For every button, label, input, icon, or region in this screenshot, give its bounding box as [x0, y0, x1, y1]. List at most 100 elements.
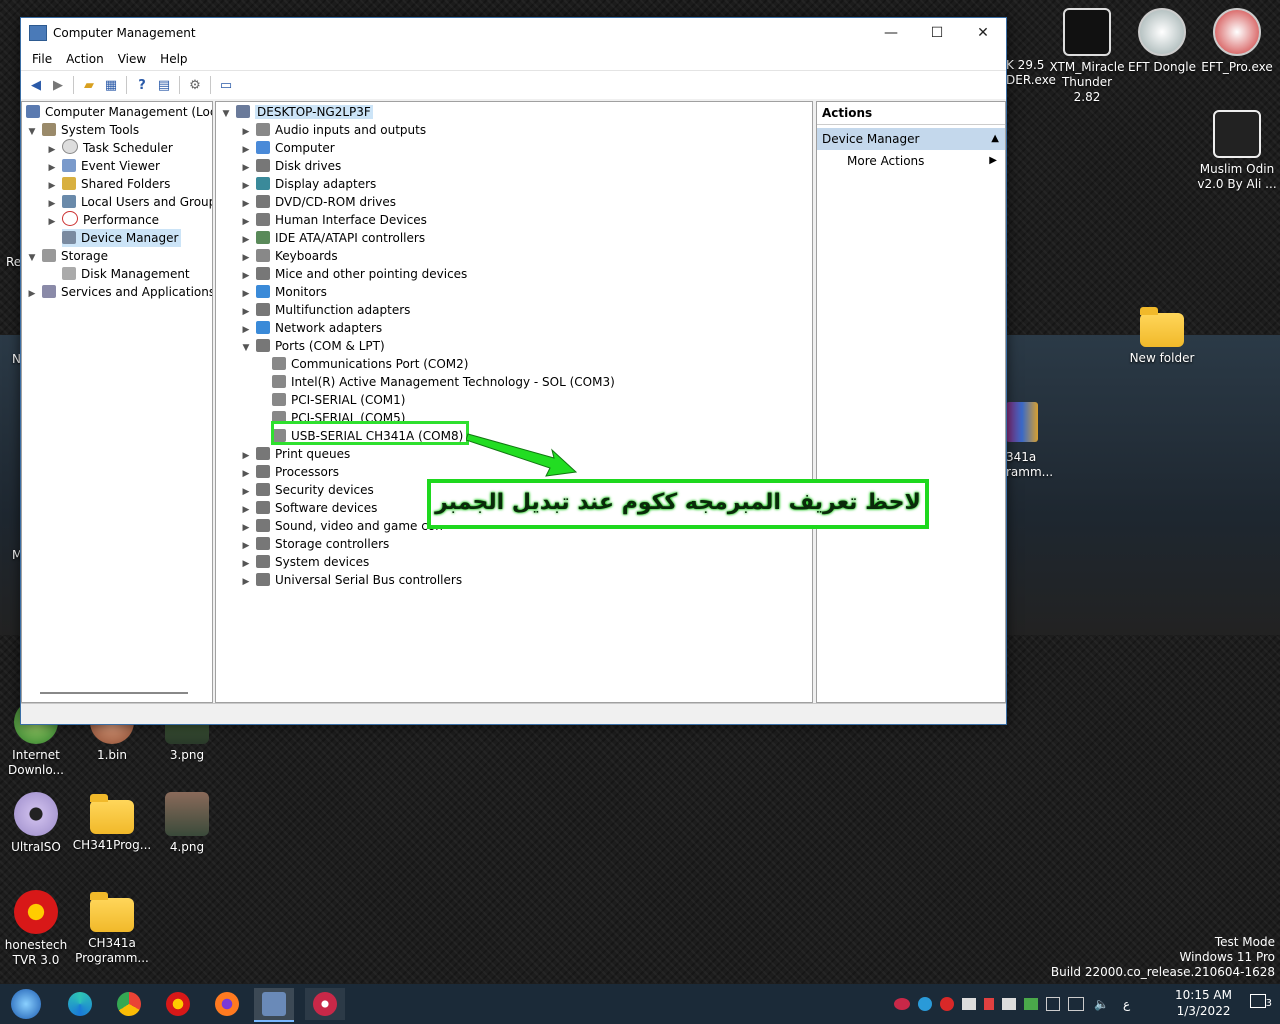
device-category[interactable]: ▶ Monitors	[240, 283, 327, 301]
up-folder-icon[interactable]: ▰	[80, 77, 98, 93]
desktop-icon-new-folder[interactable]: New folder	[1122, 305, 1202, 366]
tree-task-scheduler[interactable]: ▶ Task Scheduler	[46, 139, 173, 157]
tree-local-users[interactable]: ▶ Local Users and Groups	[46, 193, 212, 211]
collapse-arrow-icon[interactable]: ▲	[991, 128, 999, 150]
tree-system-tools[interactable]: ▼ System Tools	[26, 121, 139, 139]
device-category[interactable]: ▶ Computer	[240, 139, 335, 157]
partial-icon-label[interactable]: ramm...	[1006, 465, 1053, 479]
expand-chevron-icon[interactable]: ▶	[46, 213, 58, 231]
tree-event-viewer[interactable]: ▶ Event Viewer	[46, 157, 160, 175]
tree-services[interactable]: ▶ Services and Applications	[26, 283, 212, 303]
port-device[interactable]: Communications Port (COM2)	[272, 355, 468, 373]
scan-hardware-icon[interactable]: ⚙	[186, 77, 204, 93]
tree-shared-folders[interactable]: ▶ Shared Folders	[46, 175, 170, 193]
network-icon[interactable]	[1068, 997, 1084, 1011]
tree-performance[interactable]: ▶ Performance	[46, 211, 159, 229]
expand-chevron-icon[interactable]: ▶	[240, 573, 252, 591]
device-category[interactable]: ▶ Mice and other pointing devices	[240, 265, 467, 283]
menu-file[interactable]: File	[25, 52, 59, 66]
tree-root[interactable]: Computer Management (Local	[26, 103, 212, 121]
device-category[interactable]: ▶ Network adapters	[240, 319, 382, 337]
tree-device-manager[interactable]: Device Manager	[62, 229, 182, 247]
show-hide-tree-icon[interactable]: ▦	[102, 77, 120, 93]
device-category[interactable]: ▶ Processors	[240, 463, 339, 481]
desktop-icon-xtm[interactable]: XTM_Miracle Thunder 2.82	[1047, 8, 1127, 105]
clock[interactable]: 10:15 AM 1/3/2022	[1175, 987, 1232, 1019]
expand-chevron-icon[interactable]: ▶	[26, 285, 38, 303]
tray-app-icon[interactable]	[1046, 997, 1060, 1011]
volume-icon[interactable]: 🔈	[1094, 997, 1109, 1011]
port-device[interactable]: PCI-SERIAL (COM1)	[272, 391, 405, 409]
device-category[interactable]: ▶ Storage controllers	[240, 535, 389, 553]
device-category[interactable]: ▶ Human Interface Devices	[240, 211, 427, 229]
taskbar-computer-management[interactable]	[254, 988, 294, 1022]
notifications-button[interactable]: 3	[1250, 994, 1272, 1012]
device-category[interactable]: ▶ Security devices	[240, 481, 374, 499]
menu-view[interactable]: View	[111, 52, 153, 66]
close-button[interactable]: ✕	[960, 18, 1006, 48]
device-category[interactable]: ▶ DVD/CD-ROM drives	[240, 193, 396, 211]
device-category[interactable]: ▶ Display adapters	[240, 175, 376, 193]
collapse-chevron-icon[interactable]: ▼	[220, 105, 232, 123]
device-category[interactable]: ▶ Print queues	[240, 445, 350, 463]
tray-app-icon[interactable]	[1024, 998, 1038, 1010]
desktop-icon-muslim-odin[interactable]: Muslim Odin v2.0 By Ali ...	[1197, 110, 1277, 192]
device-category[interactable]: ▶ IDE ATA/ATAPI controllers	[240, 229, 425, 247]
taskbar-app[interactable]	[305, 988, 345, 1020]
device-category[interactable]: ▶ Audio inputs and outputs	[240, 121, 426, 139]
device-category[interactable]: ▶ Software devices	[240, 499, 377, 517]
tray-app-icon[interactable]	[984, 998, 994, 1010]
console-tree[interactable]: Computer Management (Local ▼ System Tools…	[21, 101, 213, 703]
properties-icon[interactable]: ▤	[155, 77, 173, 93]
horizontal-scrollbar[interactable]	[40, 692, 188, 694]
tree-computer-root[interactable]: ▼ DESKTOP-NG2LP3F	[220, 103, 373, 121]
menu-help[interactable]: Help	[153, 52, 194, 66]
device-category[interactable]: ▶ System devices	[240, 553, 369, 571]
collapse-chevron-icon[interactable]: ▼	[240, 339, 252, 357]
menu-action[interactable]: Action	[59, 52, 111, 66]
desktop-icon-honestech[interactable]: honestech TVR 3.0	[0, 890, 76, 968]
partial-icon-label[interactable]: K 29.5	[1006, 58, 1044, 72]
tray-app-icon[interactable]	[940, 997, 954, 1011]
device-category[interactable]: ▶ Multifunction adapters	[240, 301, 410, 319]
desktop-icon-4png[interactable]: 4.png	[147, 792, 227, 855]
tray-app-icon[interactable]	[962, 998, 976, 1010]
forward-icon[interactable]: ▶	[49, 77, 67, 93]
help-icon[interactable]: ?	[133, 77, 151, 93]
tray-app-icon[interactable]	[894, 998, 910, 1010]
more-actions[interactable]: More Actions ▶	[817, 150, 1005, 172]
device-tree[interactable]: ▼ DESKTOP-NG2LP3F ▶ Audio inputs and outpu…	[215, 101, 813, 703]
device-category[interactable]: ▶ Disk drives	[240, 157, 341, 175]
winrar-icon[interactable]	[1006, 402, 1038, 442]
device-category[interactable]: ▶ Keyboards	[240, 247, 338, 265]
collapse-chevron-icon[interactable]: ▼	[26, 249, 38, 267]
maximize-button[interactable]: ☐	[914, 18, 960, 48]
actions-device-manager[interactable]: Device Manager ▲	[817, 128, 1005, 150]
desktop-icon-ch341prog[interactable]: CH341Prog...	[72, 792, 152, 853]
language-indicator[interactable]: ع	[1123, 997, 1130, 1011]
taskbar-chrome[interactable]	[109, 988, 149, 1020]
partial-icon-label[interactable]: 341a	[1006, 450, 1036, 464]
desktop-icon-ultraiso[interactable]: UltraISO	[0, 792, 76, 855]
tray-app-icon[interactable]	[918, 997, 932, 1011]
partial-icon-label[interactable]: Re	[6, 255, 21, 269]
desktop-icon-ch341a-programmer[interactable]: CH341a Programm...	[72, 890, 152, 966]
taskbar-firefox[interactable]	[207, 988, 247, 1020]
device-category[interactable]: ▶ Sound, video and game con	[240, 517, 443, 535]
start-button[interactable]	[6, 988, 46, 1020]
tree-disk-management[interactable]: Disk Management	[62, 265, 190, 283]
collapse-chevron-icon[interactable]: ▼	[26, 123, 38, 141]
back-icon[interactable]: ◀	[27, 77, 45, 93]
device-category[interactable]: ▼ Ports (COM & LPT)	[240, 337, 385, 355]
port-device[interactable]: Intel(R) Active Management Technology - …	[272, 373, 615, 391]
minimize-button[interactable]: —	[868, 18, 914, 48]
device-category[interactable]: ▶ Universal Serial Bus controllers	[240, 571, 462, 589]
desktop-icon-eft-pro[interactable]: EFT_Pro.exe	[1197, 8, 1277, 75]
tray-app-icon[interactable]	[1002, 998, 1016, 1010]
monitor-icon[interactable]: ▭	[217, 77, 235, 93]
taskbar-tvr[interactable]	[158, 988, 198, 1020]
taskbar-edge[interactable]	[60, 988, 100, 1020]
title-bar[interactable]: Computer Management — ☐ ✕	[21, 18, 1006, 48]
desktop-icon-eft-dongle[interactable]: EFT Dongle	[1122, 8, 1202, 75]
tree-storage[interactable]: ▼ Storage	[26, 247, 108, 265]
